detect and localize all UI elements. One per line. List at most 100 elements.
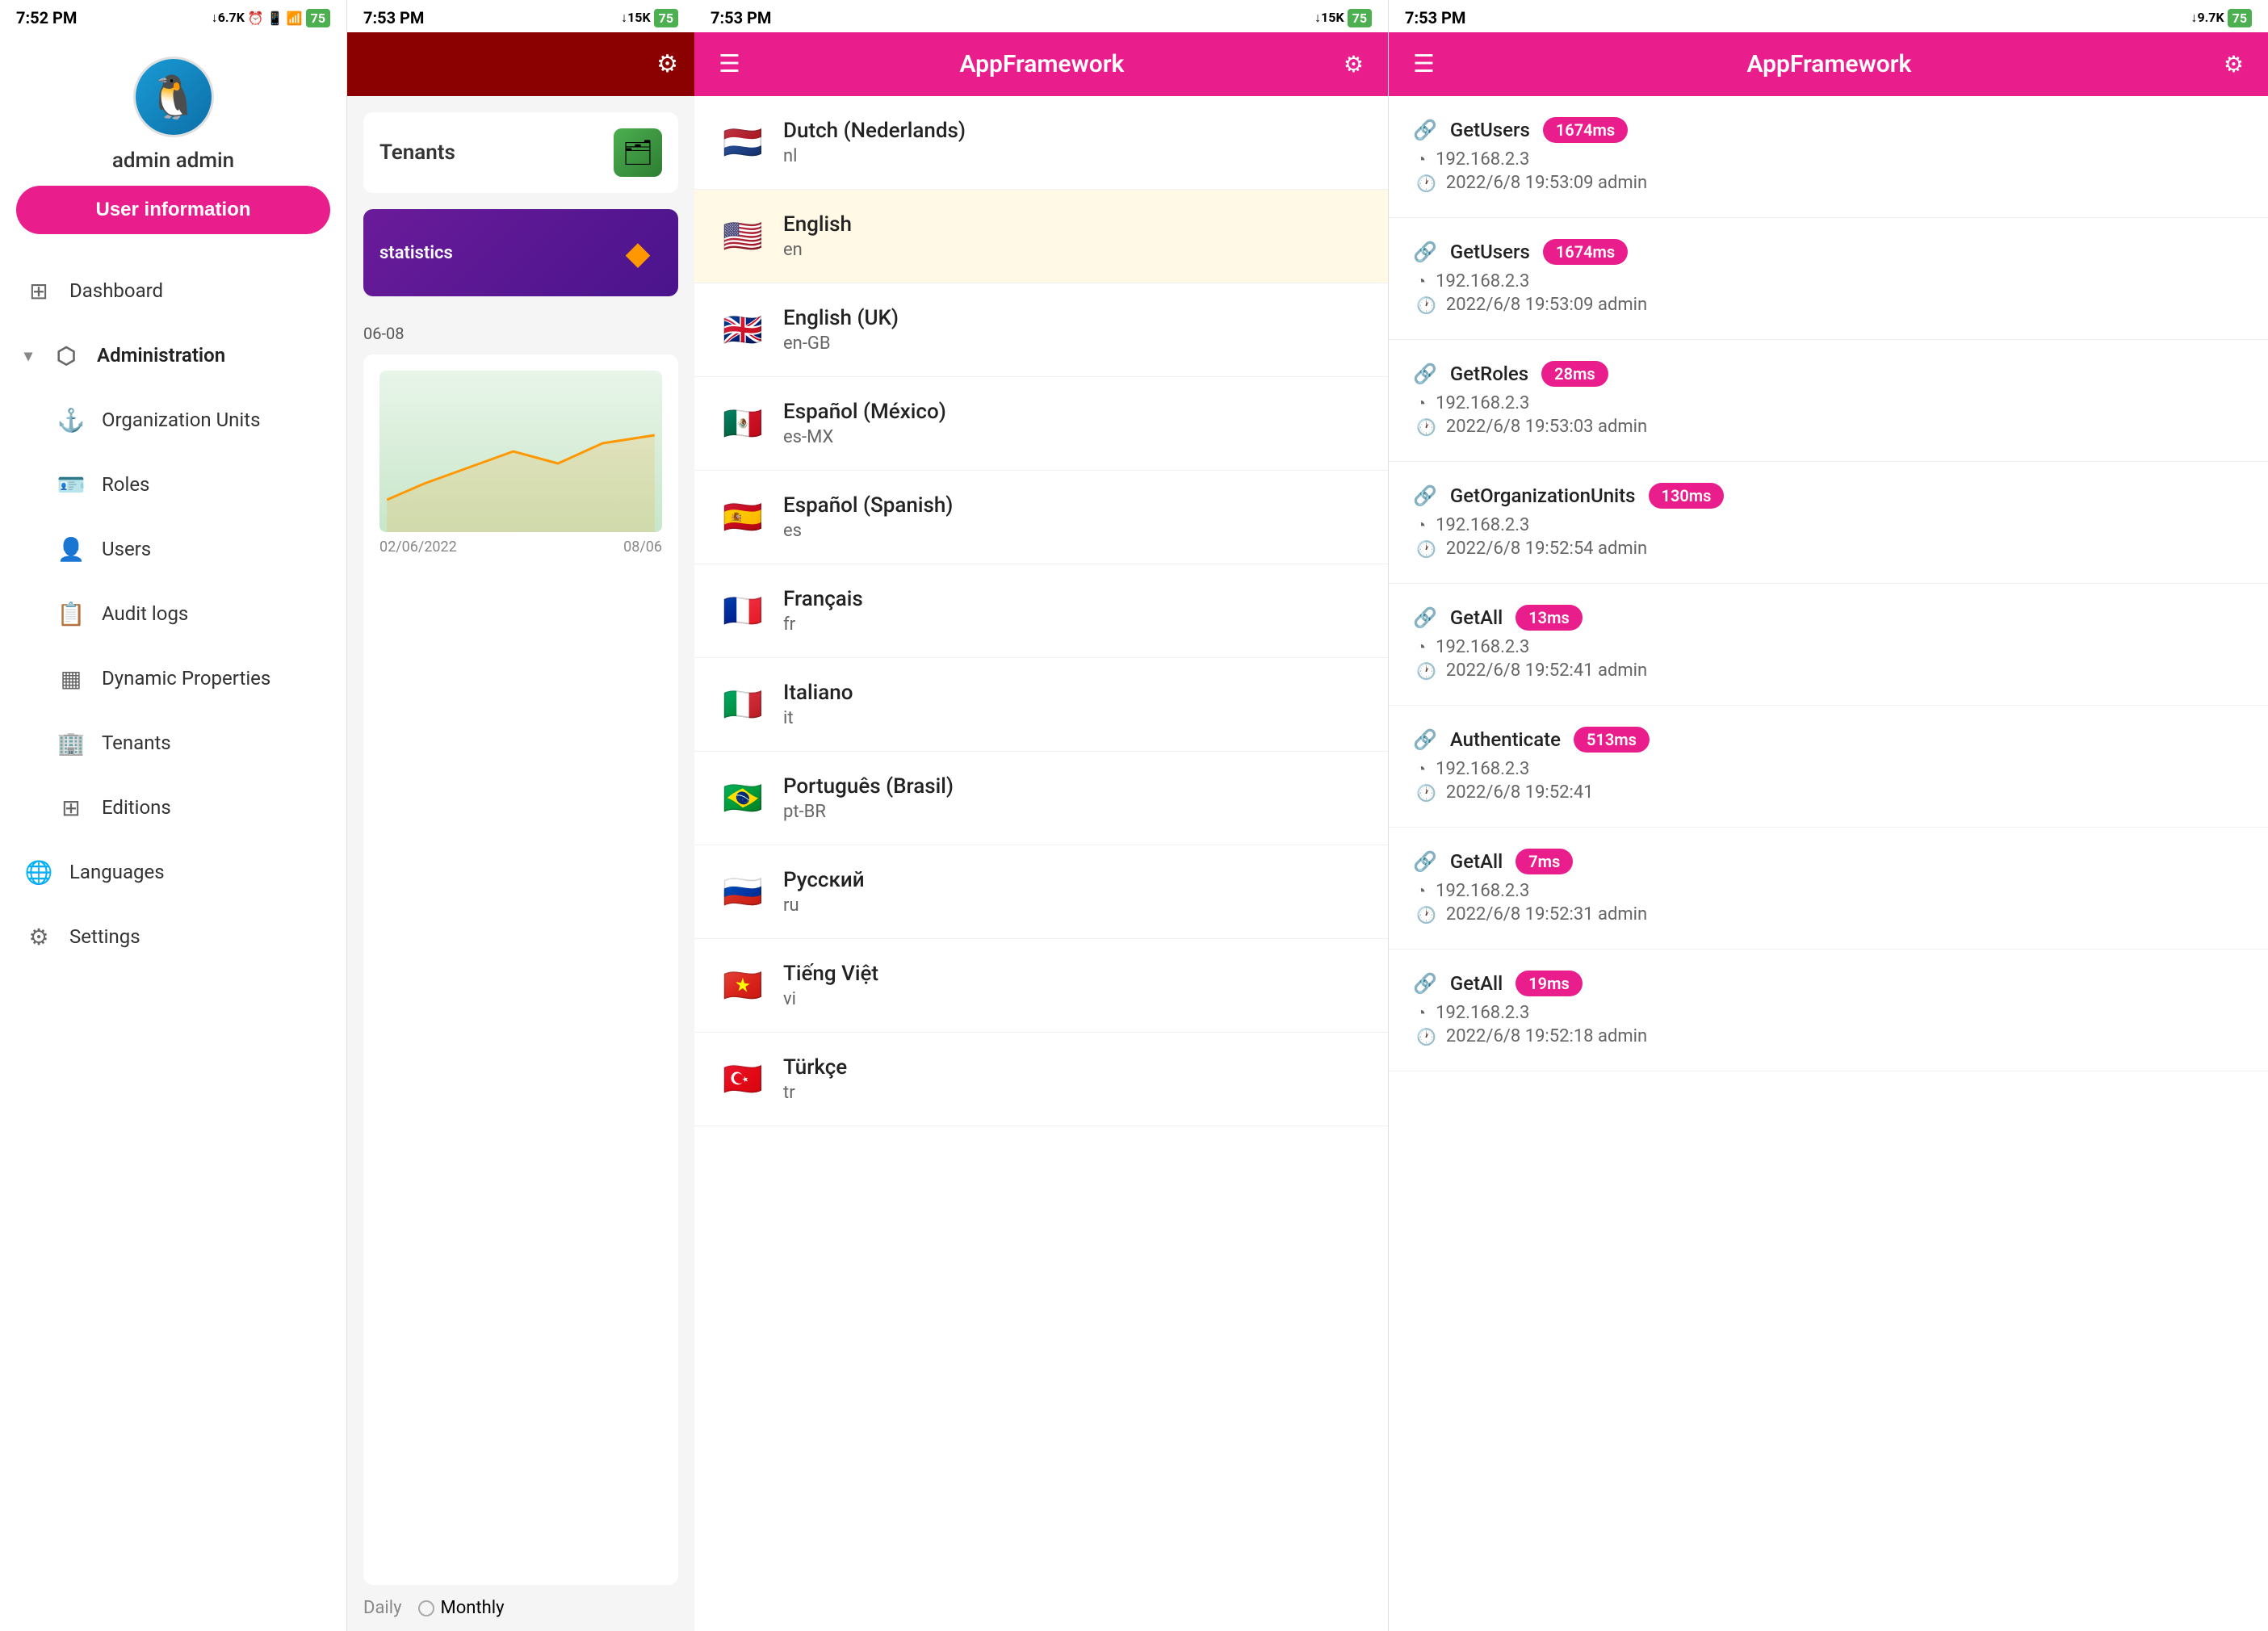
languages-panel-title: AppFramework [757,50,1327,78]
time-icon: 🕐 [1416,539,1436,559]
log-ip: 192.168.2.3 [1436,515,1529,535]
lang-name: English (UK) [783,306,899,330]
lang-item[interactable]: 🇧🇷 Português (Brasil) pt-BR [694,752,1388,845]
time-icon: 🕐 [1416,905,1436,925]
sidebar-item-users[interactable]: 👤 Users [0,517,346,581]
menu-icon-audit[interactable]: ☰ [1413,50,1435,78]
tenants-card[interactable]: Tenants 🗂 [363,112,678,193]
sidebar-item-editions[interactable]: ⊞ Editions [0,775,346,840]
chart-date-start: 02/06/2022 [379,539,457,556]
lang-name: Français [783,587,863,611]
battery-4: 75 [2228,9,2252,27]
time-icon: 🕐 [1416,174,1436,193]
log-item[interactable]: 🔗 GetOrganizationUnits 130ms ◔ 192.168.2… [1389,462,2268,584]
lang-item[interactable]: 🇪🇸 Español (Spanish) es [694,471,1388,564]
log-ip-row: ◔ 192.168.2.3 [1413,759,2244,779]
diamond-icon: ◆ [614,229,662,277]
flag-icon: 🇷🇺 [719,873,767,911]
monthly-label: Monthly [441,1598,505,1618]
log-item[interactable]: 🔗 GetUsers 1674ms ◔ 192.168.2.3 🕐 2022/6… [1389,218,2268,340]
language-list: 🇳🇱 Dutch (Nederlands) nl 🇺🇸 English en 🇬… [694,96,1388,1631]
lang-item[interactable]: 🇲🇽 Español (México) es-MX [694,377,1388,471]
languages-header: ☰ AppFramework ⚙ [694,32,1388,96]
clock-circle-icon: ◔ [1416,271,1426,291]
settings-label: Settings [69,925,140,948]
flag-icon: 🇫🇷 [719,592,767,630]
phone-icon: 📱 [267,10,283,26]
lang-info: English (UK) en-GB [783,306,899,354]
log-method-row: 🔗 Authenticate 513ms [1413,727,2244,753]
settings-icon-3[interactable]: ⚙ [1344,51,1364,78]
lang-item[interactable]: 🇮🇹 Italiano it [694,658,1388,752]
sidebar-panel: 7:52 PM ↓6.7K ⏰ 📱 📶 75 🐧 admin admin Use… [0,0,347,1631]
settings-icon-2[interactable]: ⚙ [656,50,678,78]
log-method: GetUsers [1450,119,1530,141]
sidebar-item-dynamic-properties[interactable]: ▦ Dynamic Properties [0,646,346,711]
log-item[interactable]: 🔗 GetAll 13ms ◔ 192.168.2.3 🕐 2022/6/8 1… [1389,584,2268,706]
log-item[interactable]: 🔗 Authenticate 513ms ◔ 192.168.2.3 🕐 202… [1389,706,2268,828]
log-timestamp-row: 🕐 2022/6/8 19:52:18 admin [1413,1026,2244,1046]
log-badge: 19ms [1515,971,1583,996]
lang-item[interactable]: 🇬🇧 English (UK) en-GB [694,283,1388,377]
log-timestamp-row: 🕐 2022/6/8 19:53:09 admin [1413,295,2244,315]
log-item[interactable]: 🔗 GetRoles 28ms ◔ 192.168.2.3 🕐 2022/6/8… [1389,340,2268,462]
lang-code: it [783,708,853,728]
lang-name: Türkçe [783,1055,847,1080]
battery-1: 75 [306,9,330,27]
lang-item[interactable]: 🇻🇳 Tiếng Việt vi [694,939,1388,1033]
sidebar-item-organization-units[interactable]: ⚓ Organization Units [0,388,346,452]
lang-item[interactable]: 🇫🇷 Français fr [694,564,1388,658]
api-icon: 🔗 [1413,484,1437,507]
layers-icon: ⬡ [52,341,81,370]
gear-icon: ⚙ [24,922,53,951]
log-ip: 192.168.2.3 [1436,149,1529,170]
status-time-4: 7:53 PM [1405,8,1465,27]
time-icon: 🕐 [1416,417,1436,437]
sidebar-item-roles[interactable]: 🪪 Roles [0,452,346,517]
log-timestamp: 2022/6/8 19:52:41 admin [1446,660,1647,681]
lang-item[interactable]: 🇷🇺 Русский ru [694,845,1388,939]
settings-icon-4[interactable]: ⚙ [2224,51,2244,78]
sidebar-item-audit-logs[interactable]: 📋 Audit logs [0,581,346,646]
building-icon: 🏢 [57,728,86,757]
log-item[interactable]: 🔗 GetUsers 1674ms ◔ 192.168.2.3 🕐 2022/6… [1389,96,2268,218]
clock-circle-icon: ◔ [1416,881,1426,901]
flag-icon: 🇮🇹 [719,686,767,723]
api-icon: 🔗 [1413,850,1437,873]
log-ip: 192.168.2.3 [1436,271,1529,291]
lang-info: Español (Spanish) es [783,493,953,541]
alarm-icon: ⏰ [248,10,264,26]
lang-info: Français fr [783,587,863,635]
statistics-card[interactable]: statistics ◆ [363,209,678,296]
log-item[interactable]: 🔗 GetAll 7ms ◔ 192.168.2.3 🕐 2022/6/8 19… [1389,828,2268,950]
dashboard-label: Dashboard [69,279,163,302]
user-info-button[interactable]: User information [16,186,330,234]
log-timestamp-row: 🕐 2022/6/8 19:52:41 [1413,782,2244,803]
lang-item[interactable]: 🇹🇷 Türkçe tr [694,1033,1388,1126]
sidebar-item-tenants[interactable]: 🏢 Tenants [0,711,346,775]
sidebar-item-settings[interactable]: ⚙ Settings [0,904,346,969]
status-icons-2: ↓15K 75 [621,9,678,27]
roles-label: Roles [102,473,149,496]
status-bar-3: 7:53 PM ↓15K 75 [694,0,1388,32]
lang-item[interactable]: 🇳🇱 Dutch (Nederlands) nl [694,96,1388,190]
org-units-label: Organization Units [102,409,260,431]
sidebar-item-dashboard[interactable]: ⊞ Dashboard [0,258,346,323]
lang-code: fr [783,614,863,635]
lang-code: ru [783,895,865,916]
sidebar-item-languages[interactable]: 🌐 Languages [0,840,346,904]
lang-info: Русский ru [783,868,865,916]
log-method-row: 🔗 GetUsers 1674ms [1413,117,2244,143]
lang-item[interactable]: 🇺🇸 English en [694,190,1388,283]
log-ip-row: ◔ 192.168.2.3 [1413,637,2244,657]
log-timestamp: 2022/6/8 19:53:09 admin [1446,173,1647,193]
status-bar-4: 7:53 PM ↓9.7K 75 [1389,0,2268,32]
log-timestamp: 2022/6/8 19:52:31 admin [1446,904,1647,925]
monthly-radio[interactable]: Monthly [418,1598,505,1618]
menu-icon-left[interactable]: ☰ [719,50,740,78]
sidebar-item-administration[interactable]: ▾ ⬡ Administration [0,323,346,388]
log-timestamp: 2022/6/8 19:52:18 admin [1446,1026,1647,1046]
log-badge: 28ms [1541,361,1608,387]
log-item[interactable]: 🔗 GetAll 19ms ◔ 192.168.2.3 🕐 2022/6/8 1… [1389,950,2268,1071]
battery-3: 75 [1348,9,1372,27]
